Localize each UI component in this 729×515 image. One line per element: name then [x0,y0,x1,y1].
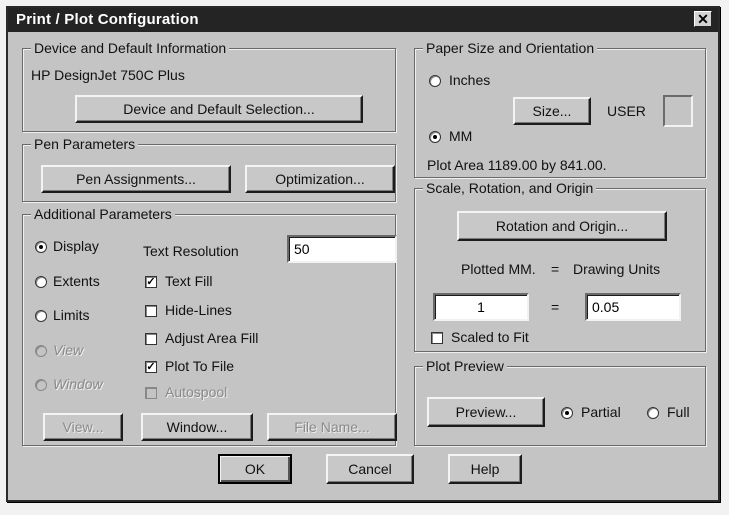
window-radio [35,379,47,391]
view-radio [35,345,47,357]
window-button-label: Window... [166,419,228,435]
device-group-label: Device and Default Information [31,40,230,56]
plotted-mm-input[interactable] [433,293,529,321]
help-button-label: Help [470,461,500,477]
additional-group-label: Additional Parameters [31,206,175,222]
preview-button[interactable]: Preview... [427,397,545,427]
device-selection-button-label: Device and Default Selection... [123,101,315,117]
pen-group: Pen Parameters Pen Assignments... Optimi… [22,136,396,202]
device-name: HP DesignJet 750C Plus [31,67,185,83]
inches-radio[interactable] [429,75,441,87]
device-group: Device and Default Information HP Design… [22,40,396,132]
display-radio[interactable] [35,241,47,253]
device-selection-button[interactable]: Device and Default Selection... [75,95,363,123]
extents-radio-label[interactable]: Extents [53,273,100,289]
rotation-origin-button[interactable]: Rotation and Origin... [457,211,667,241]
optimization-button-label: Optimization... [275,171,365,187]
paper-group-label: Paper Size and Orientation [423,40,598,56]
paper-size-name: USER [607,103,646,119]
cancel-button-label: Cancel [348,461,392,477]
preview-group-label: Plot Preview [423,358,507,374]
text-fill-checkbox[interactable]: ✓ [145,276,157,288]
view-radio-label: View [53,342,84,358]
mm-radio[interactable] [429,131,441,143]
partial-radio-label[interactable]: Partial [581,404,621,420]
help-button[interactable]: Help [448,454,522,484]
adjust-area-fill-label[interactable]: Adjust Area Fill [165,330,258,346]
dialog-title: Print / Plot Configuration [16,11,199,28]
ok-button[interactable]: OK [218,454,292,484]
limits-radio[interactable] [35,310,47,322]
pen-group-label: Pen Parameters [31,136,139,152]
plotted-mm-label: Plotted MM. [461,261,536,277]
view-button-label: View... [62,419,104,435]
scale-group-label: Scale, Rotation, and Origin [423,180,597,196]
print-plot-dialog: Print / Plot Configuration ✕ Device and … [6,6,720,502]
scaled-to-fit-checkbox[interactable] [431,332,443,344]
close-button[interactable]: ✕ [694,11,712,27]
additional-group: Additional Parameters Display Extents Li… [22,206,397,446]
paper-group: Paper Size and Orientation Inches Size..… [414,40,706,178]
paper-orientation-preview [663,95,693,127]
extents-radio[interactable] [35,276,47,288]
plot-to-file-label[interactable]: Plot To File [165,358,234,374]
plot-to-file-checkbox[interactable]: ✓ [145,361,157,373]
window-button[interactable]: Window... [141,413,253,441]
rotation-origin-button-label: Rotation and Origin... [495,218,629,234]
plot-area-text: Plot Area 1189.00 by 841.00. [427,157,607,173]
inches-radio-label[interactable]: Inches [449,72,490,88]
preview-group: Plot Preview Preview... Partial Full [414,358,706,446]
drawing-units-input[interactable] [585,293,681,321]
autospool-label: Autospool [165,384,228,400]
close-icon: ✕ [697,11,709,27]
display-radio-label[interactable]: Display [53,238,99,254]
autospool-checkbox [145,387,157,399]
pen-assignments-button[interactable]: Pen Assignments... [41,165,231,193]
optimization-button[interactable]: Optimization... [245,165,395,193]
size-button[interactable]: Size... [513,97,591,125]
scale-equals-label: = [551,299,560,315]
mm-radio-label[interactable]: MM [449,128,472,144]
file-name-button: File Name... [267,413,397,441]
text-resolution-label: Text Resolution [143,243,239,259]
text-resolution-input[interactable] [287,235,397,263]
units-equals-label: = [551,261,560,277]
file-name-button-label: File Name... [294,419,370,435]
full-radio[interactable] [647,407,659,419]
title-bar[interactable]: Print / Plot Configuration ✕ [8,8,718,32]
scaled-to-fit-label[interactable]: Scaled to Fit [451,329,529,345]
hide-lines-checkbox[interactable] [145,305,157,317]
pen-assignments-button-label: Pen Assignments... [76,171,196,187]
view-button: View... [43,413,123,441]
cancel-button[interactable]: Cancel [326,454,414,484]
text-fill-label[interactable]: Text Fill [165,273,212,289]
preview-button-label: Preview... [455,404,517,420]
drawing-units-label: Drawing Units [573,261,661,277]
hide-lines-label[interactable]: Hide-Lines [165,302,232,318]
ok-button-label: OK [244,461,266,477]
adjust-area-fill-checkbox[interactable] [145,333,157,345]
size-button-label: Size... [532,103,572,119]
window-radio-label: Window [53,376,103,392]
limits-radio-label[interactable]: Limits [53,307,90,323]
scale-group: Scale, Rotation, and Origin Rotation and… [414,180,706,352]
partial-radio[interactable] [561,407,573,419]
full-radio-label[interactable]: Full [667,404,690,420]
